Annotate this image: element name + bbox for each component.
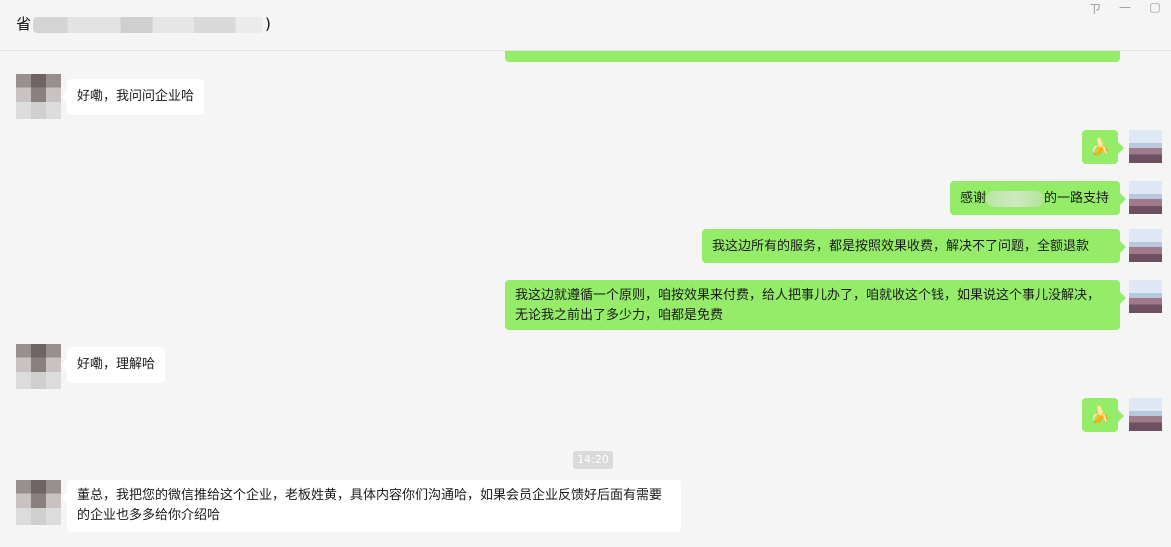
my-avatar[interactable] (1129, 398, 1162, 431)
my-avatar[interactable] (1129, 229, 1162, 262)
message-text: 董总，我把您的微信推给这个企业，老板姓黄，具体内容你们沟通哈，如果会员企业反馈好… (77, 488, 663, 523)
message-text-end: 的一路支持 (1044, 191, 1110, 206)
banana-emoji-icon: 🍌 (1090, 405, 1110, 424)
outgoing-message-bubble[interactable]: 我这边所有的服务，都是按照效果收费，解决不了问题，全额退款 (702, 229, 1126, 263)
chat-title-redaction (33, 16, 264, 33)
message-text: 我这边就遵循一个原则，咱按效果来付费，给人把事儿办了，咱就收这个钱，如果说这个事… (515, 288, 1101, 323)
my-avatar[interactable] (1129, 130, 1162, 163)
redacted-name (986, 190, 1045, 207)
incoming-message-bubble[interactable]: 好嘞，理解哈 (60, 347, 166, 383)
timestamp-badge: 14:20 (573, 451, 613, 469)
incoming-message-bubble[interactable]: 董总，我把您的微信推给这个企业，老板姓黄，具体内容你们沟通哈，如果会员企业反馈好… (61, 480, 681, 532)
maximize-icon[interactable]: ▢ (1149, 0, 1161, 17)
my-avatar[interactable] (1129, 280, 1162, 313)
contact-avatar[interactable] (16, 74, 61, 119)
chat-title-suffix: ) (265, 15, 271, 33)
outgoing-emoji-bubble[interactable]: 🍌 (1082, 398, 1124, 432)
contact-avatar[interactable] (16, 480, 61, 525)
chat-title-prefix: 省 (16, 15, 32, 33)
pin-icon[interactable]: ㄗ (1089, 0, 1101, 17)
message-text: 我这边所有的服务，都是按照效果收费，解决不了问题，全额退款 (712, 239, 1090, 254)
window-controls: ㄗ — ▢ (1089, 0, 1161, 17)
contact-avatar[interactable] (16, 344, 61, 389)
outgoing-message-bubble[interactable]: 感谢 的一路支持 (950, 181, 1126, 215)
message-text: 好嘞，理解哈 (77, 357, 156, 372)
incoming-message-bubble[interactable]: 好嘞，我问问企业哈 (60, 79, 205, 115)
chat-header: 省) ㄗ — ▢ (0, 0, 1171, 51)
message-text: 好嘞，我问问企业哈 (77, 89, 195, 104)
banana-emoji-icon: 🍌 (1090, 137, 1110, 156)
outgoing-message-bubble[interactable]: 我这边就遵循一个原则，咱按效果来付费，给人把事儿办了，咱就收这个钱，如果说这个事… (505, 280, 1126, 330)
chat-title: 省) (16, 13, 271, 34)
my-avatar[interactable] (1129, 181, 1162, 214)
minimize-icon[interactable]: — (1119, 0, 1131, 17)
message-text-start: 感谢 (960, 191, 987, 206)
outgoing-emoji-bubble[interactable]: 🍌 (1082, 130, 1124, 164)
